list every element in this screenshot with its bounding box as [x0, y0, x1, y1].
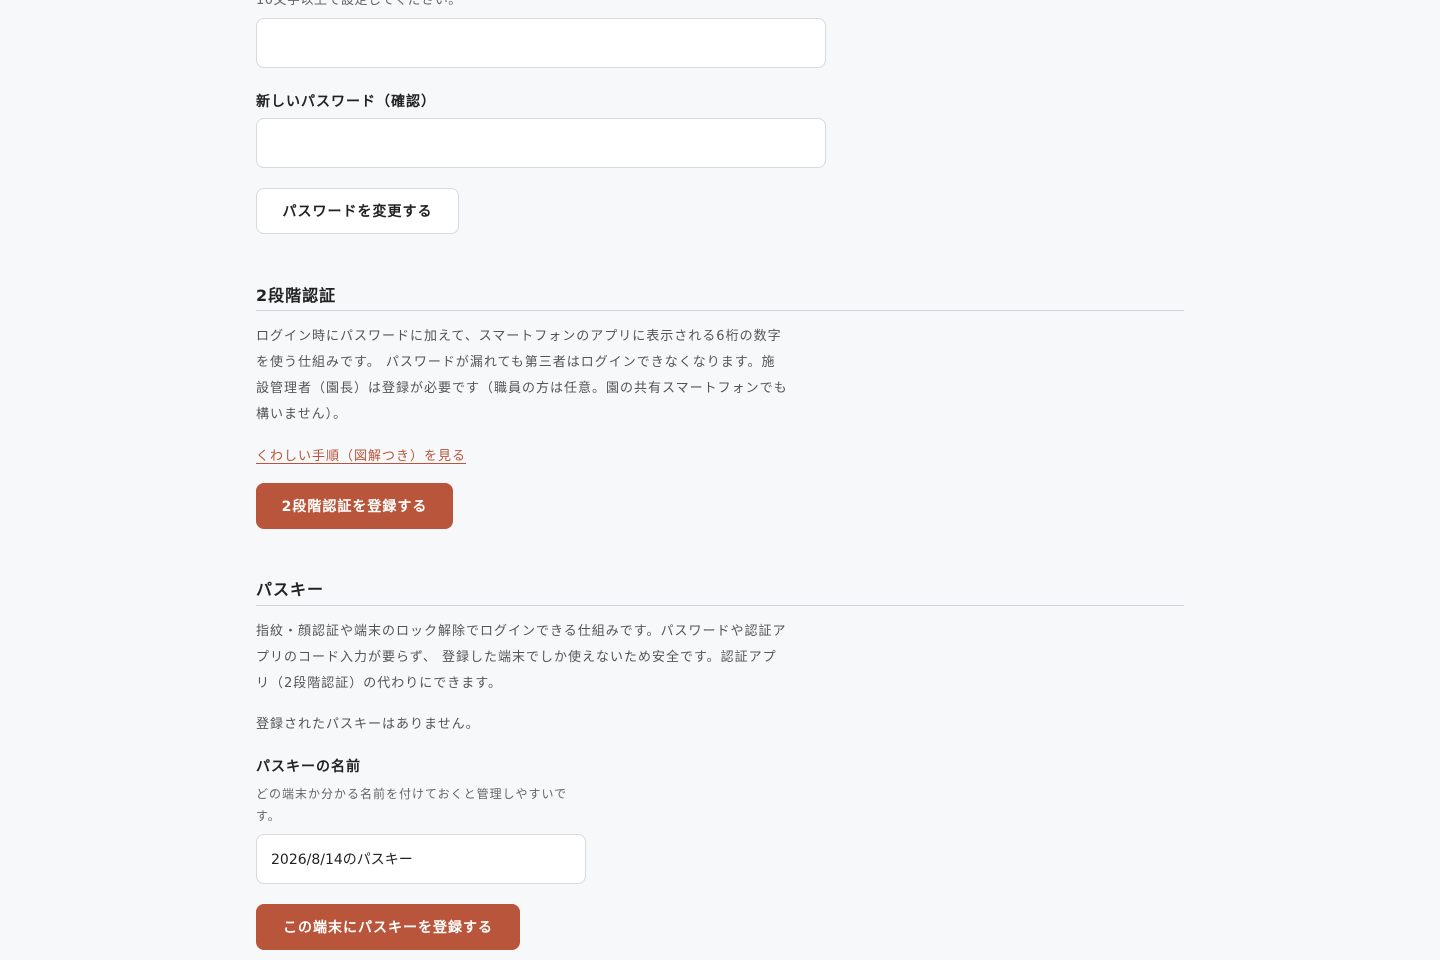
passkey-name-label: パスキーの名前 [256, 759, 361, 775]
confirm-password-label: 新しいパスワード（確認） [256, 94, 436, 110]
two-factor-guide-link[interactable]: くわしい手順（図解つき）を見る [256, 445, 466, 464]
passkey-description-line: リ（2段階認証）の代わりにできます。 [256, 676, 502, 691]
new-password-input[interactable] [256, 18, 826, 68]
two-factor-description-line: 設管理者（園長）は登録が必要です（職員の方は任意。園の共有スマートフォンでも [256, 381, 788, 396]
passkey-divider [256, 605, 1184, 606]
passkey-description-line: プリのコード入力が要らず、 登録した端末でしか使えないため安全です。認証アプ [256, 650, 777, 665]
register-two-factor-button[interactable]: 2段階認証を登録する [256, 483, 453, 529]
account-security-page: 10文字以上で設定してください。 新しいパスワード（確認） パスワードを変更する… [0, 0, 1440, 960]
change-password-button[interactable]: パスワードを変更する [256, 188, 459, 234]
passkey-heading: パスキー [256, 580, 325, 599]
two-factor-description-line: 構いません）。 [256, 407, 348, 422]
passkey-description-line: 指紋・顔認証や端末のロック解除でログインできる仕組みです。パスワードや認証ア [256, 624, 787, 639]
passkey-name-input[interactable] [256, 834, 586, 884]
passkey-empty-message: 登録されたパスキーはありません。 [256, 717, 480, 732]
two-factor-description-line: ログイン時にパスワードに加えて、スマートフォンのアプリに表示される6桁の数字 [256, 329, 782, 344]
two-factor-heading: 2段階認証 [256, 286, 337, 305]
two-factor-description-line: を使う仕組みです。 パスワードが漏れても第三者はログインできなくなります。施 [256, 355, 776, 370]
passkey-name-help-line: す。 [256, 809, 281, 823]
passkey-name-help-line: どの端末か分かる名前を付けておくと管理しやすいで [256, 787, 568, 801]
confirm-password-input[interactable] [256, 118, 826, 168]
two-factor-divider [256, 310, 1184, 311]
new-password-hint: 10文字以上で設定してください。 [256, 0, 462, 8]
register-passkey-button[interactable]: この端末にパスキーを登録する [256, 904, 520, 950]
